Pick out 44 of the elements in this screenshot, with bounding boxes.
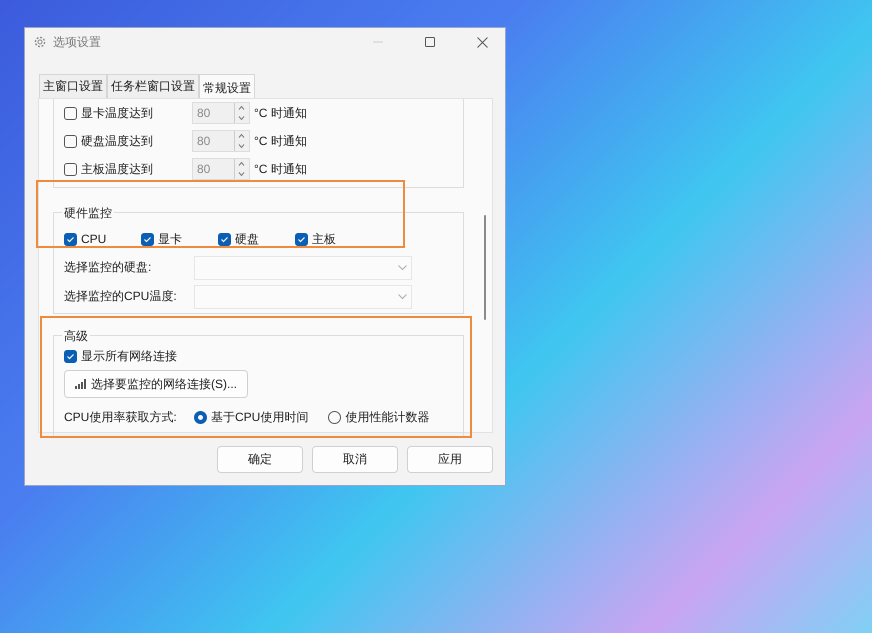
field-label: 选择监控的CPU温度: (64, 288, 178, 305)
radio-button[interactable] (328, 410, 342, 424)
checkbox-label: 主板温度达到 (81, 160, 153, 178)
close-icon (476, 36, 488, 48)
dialog-button[interactable]: 应用 (407, 446, 493, 473)
checkbox-label: 显卡 (158, 230, 182, 248)
tab[interactable]: 主窗口设置 (39, 74, 107, 98)
radio-label: 使用性能计数器 (345, 408, 430, 426)
tab[interactable]: 常规设置 (199, 74, 255, 98)
checkbox[interactable] (218, 232, 231, 246)
checkbox[interactable] (64, 350, 77, 362)
checkbox[interactable] (295, 232, 308, 246)
checkbox[interactable] (141, 232, 154, 246)
dialog-button[interactable]: 取消 (312, 446, 398, 473)
group-title: 硬件监控 (62, 205, 114, 222)
checkmark-icon (143, 234, 152, 244)
option-label: CPU使用率获取方式: (64, 408, 178, 426)
signal-bars-icon (75, 379, 87, 389)
checkmark-icon (220, 234, 229, 244)
checkbox-label: CPU (81, 232, 106, 246)
checkbox-label: 主板 (312, 230, 336, 248)
checkbox[interactable] (64, 232, 77, 246)
checkbox-label: 显卡温度达到 (81, 104, 153, 122)
tab[interactable]: 任务栏窗口设置 (107, 74, 199, 98)
checkmark-icon (297, 234, 306, 244)
checkbox-label: 硬盘 (235, 230, 259, 248)
checkmark-icon (66, 234, 75, 244)
window-title: 选项设置 (53, 34, 102, 50)
chevron-down-icon (398, 294, 407, 300)
unit-label: °C 时通知 (254, 132, 307, 150)
radio-button[interactable] (194, 410, 207, 424)
checkbox-label: 硬盘温度达到 (81, 132, 153, 150)
checkmark-icon (66, 352, 75, 360)
select-connections-button[interactable]: 选择要监控的网络连接(S)... (64, 370, 248, 398)
checkbox-label: 显示所有网络连接 (81, 348, 177, 364)
radio-label: 基于CPU使用时间 (211, 408, 308, 426)
field-label: 选择监控的硬盘: (64, 259, 152, 276)
scrollbar-thumb[interactable] (484, 215, 486, 320)
unit-label: °C 时通知 (254, 160, 307, 178)
maximize-icon (425, 37, 435, 47)
chevron-down-icon (398, 264, 407, 270)
gear-icon (33, 35, 47, 49)
unit-label: °C 时通知 (254, 104, 307, 122)
dialog-button[interactable]: 确定 (217, 446, 303, 473)
